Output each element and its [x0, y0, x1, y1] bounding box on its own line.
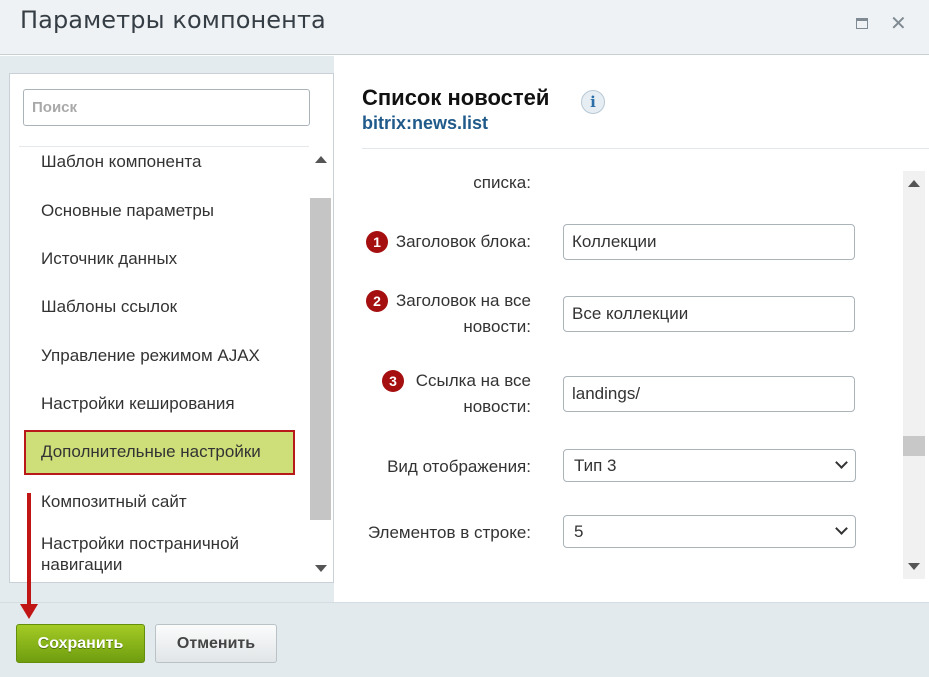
- divider: [19, 146, 309, 147]
- sidebar-item-additional[interactable]: Дополнительные настройки: [24, 430, 295, 475]
- sidebar-item-label: Настройки постраничной навигации: [41, 534, 240, 574]
- label-all-news-link-2: новости:: [463, 397, 531, 416]
- sidebar-item-label: Управление режимом AJAX: [41, 346, 260, 365]
- window-title: Параметры компонента: [20, 6, 326, 34]
- sidebar-item-label: Основные параметры: [41, 201, 214, 220]
- block-title-field[interactable]: Коллекции: [563, 224, 855, 260]
- component-title: Список новостей: [362, 85, 550, 110]
- scroll-up-icon[interactable]: [315, 156, 327, 163]
- label-display-type: Вид отображения:: [387, 457, 531, 476]
- sidebar-item-label: Композитный сайт: [41, 492, 187, 511]
- sidebar-item-composite[interactable]: Композитный сайт: [41, 491, 187, 512]
- save-button[interactable]: Сохранить: [16, 624, 145, 663]
- select-value: 5: [574, 522, 584, 541]
- settings-scrollbar-thumb[interactable]: [903, 436, 925, 456]
- sidebar-scrollbar-thumb[interactable]: [310, 198, 331, 520]
- chevron-down-icon: [835, 522, 848, 535]
- divider: [362, 148, 929, 149]
- scroll-down-icon[interactable]: [315, 565, 327, 572]
- all-news-link-field[interactable]: landings/: [563, 376, 855, 412]
- sidebar-panel: Шаблон компонента Основные параметры Ист…: [9, 73, 334, 583]
- badge-1: 1: [366, 231, 388, 253]
- badge-3: 3: [382, 370, 404, 392]
- label-all-news-title-1: Заголовок на все: [395, 291, 531, 310]
- annotation-arrow-icon: [27, 493, 31, 611]
- truncated-label: списка:: [473, 173, 531, 192]
- component-code: bitrix:news.list: [362, 113, 489, 133]
- close-icon[interactable]: ✕: [890, 11, 907, 35]
- maximize-icon[interactable]: [856, 18, 868, 29]
- sidebar-item-caching[interactable]: Настройки кеширования: [41, 393, 235, 414]
- settings-scrollbar[interactable]: [903, 171, 925, 579]
- sidebar-item-label: Шаблон компонента: [41, 152, 202, 171]
- select-value: Тип 3: [574, 456, 617, 475]
- label-all-news-title-2: новости:: [463, 317, 531, 336]
- sidebar-item-template[interactable]: Шаблон компонента: [41, 151, 201, 172]
- sidebar-item-ajax[interactable]: Управление режимом AJAX: [41, 345, 260, 366]
- badge-2: 2: [366, 290, 388, 312]
- sidebar-item-label: Дополнительные настройки: [41, 442, 261, 461]
- sidebar-item-label: Источник данных: [41, 249, 178, 268]
- info-icon[interactable]: i: [581, 90, 605, 114]
- sidebar-item-label: Шаблоны ссылок: [41, 297, 178, 316]
- scroll-up-icon[interactable]: [908, 180, 920, 187]
- sidebar-item-pagination[interactable]: Настройки постраничной навигации: [41, 533, 291, 575]
- search-input[interactable]: [23, 89, 310, 126]
- cancel-button[interactable]: Отменить: [155, 624, 277, 663]
- annotation-arrowhead-icon: [20, 604, 38, 619]
- window-titlebar: Параметры компонента ✕: [0, 0, 929, 55]
- scroll-down-icon[interactable]: [908, 563, 920, 570]
- all-news-title-field[interactable]: Все коллекции: [563, 296, 855, 332]
- display-type-select[interactable]: Тип 3: [563, 449, 856, 482]
- label-all-news-link-1: Ссылка на все: [415, 371, 531, 390]
- label-block-title: Заголовок блока:: [395, 232, 531, 251]
- chevron-down-icon: [835, 456, 848, 469]
- sidebar-item-data-source[interactable]: Источник данных: [41, 248, 177, 269]
- sidebar-item-main-params[interactable]: Основные параметры: [41, 200, 214, 221]
- sidebar-item-link-templates[interactable]: Шаблоны ссылок: [41, 296, 177, 317]
- items-per-row-select[interactable]: 5: [563, 515, 856, 548]
- sidebar-item-label: Настройки кеширования: [41, 394, 235, 413]
- label-items-per-row: Элементов в строке:: [367, 523, 531, 542]
